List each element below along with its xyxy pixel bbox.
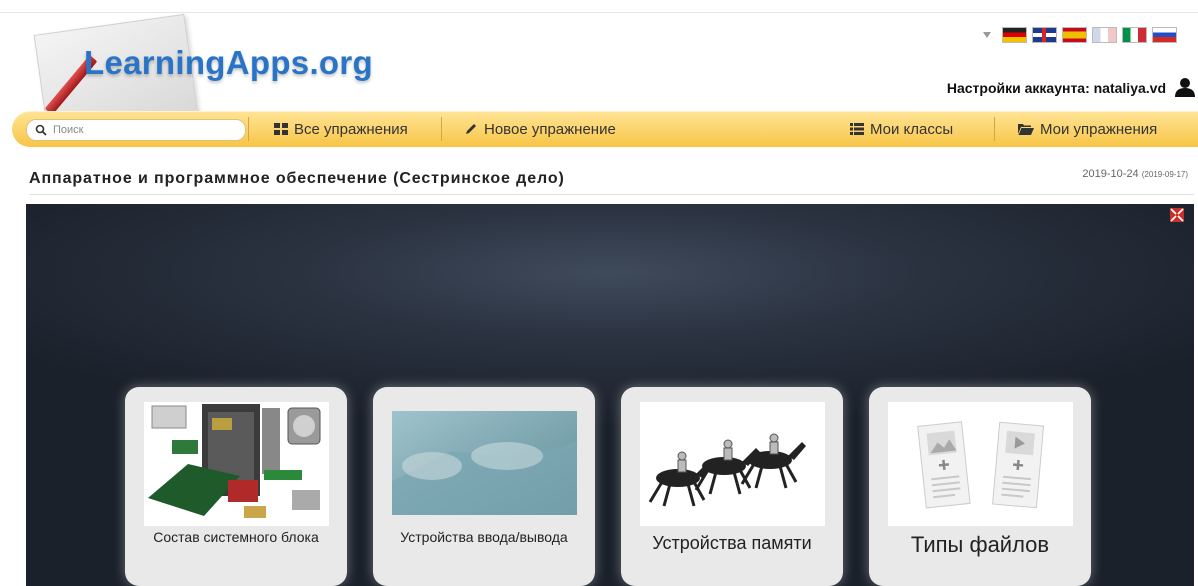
- flag-it-icon[interactable]: [1122, 27, 1147, 43]
- new-app-placeholder-image: [888, 402, 1073, 526]
- list-icon: [850, 123, 864, 135]
- app-card-system-unit[interactable]: Состав системного блока: [125, 387, 347, 586]
- app-date-created: (2019-09-17): [1141, 170, 1188, 179]
- search-input[interactable]: [49, 120, 237, 140]
- keyboard-hands-image: [392, 411, 577, 515]
- user-icon[interactable]: [1174, 76, 1196, 98]
- app-date-main: 2019-10-24: [1082, 168, 1139, 180]
- pencil-icon: [466, 124, 476, 134]
- nav-new-exercise-label: Новое упражнение: [484, 120, 616, 138]
- account-settings-link[interactable]: Настройки аккаунта: nataliya.vd: [947, 80, 1166, 96]
- nav-separator: [441, 117, 442, 141]
- card-label: Состав системного блока: [153, 529, 319, 545]
- nav-separator: [994, 117, 995, 141]
- grid-icon: [274, 123, 288, 135]
- logo-text: LearningApps.org: [84, 44, 373, 81]
- nav-all-exercises[interactable]: Все упражнения: [274, 111, 408, 147]
- folder-open-icon: [1018, 124, 1034, 135]
- card-label: Устройства ввода/вывода: [400, 529, 568, 545]
- language-dropdown-arrow-icon[interactable]: [983, 32, 991, 38]
- nav-my-exercises[interactable]: Мои упражнения: [1018, 111, 1157, 147]
- app-card-file-types[interactable]: Типы файлов: [869, 387, 1091, 586]
- top-divider: [0, 12, 1198, 13]
- app-stage: Состав системного блока Устройства ввода…: [26, 204, 1194, 586]
- flag-gb-icon[interactable]: [1032, 27, 1057, 43]
- nav-my-classes[interactable]: Мои классы: [850, 111, 953, 147]
- card-label: Устройства памяти: [652, 533, 812, 553]
- nav-my-exercises-label: Мои упражнения: [1040, 120, 1158, 138]
- fullscreen-icon[interactable]: [1170, 208, 1184, 222]
- flag-es-icon[interactable]: [1062, 27, 1087, 43]
- nav-separator: [248, 117, 249, 141]
- site-logo[interactable]: LearningApps.org: [30, 13, 430, 137]
- app-card-memory-devices[interactable]: Устройства памяти: [621, 387, 843, 586]
- nav-my-classes-label: Мои классы: [870, 120, 954, 138]
- nav-all-exercises-label: Все упражнения: [294, 120, 408, 138]
- language-selector[interactable]: [983, 27, 1177, 43]
- flag-ru-icon[interactable]: [1152, 27, 1177, 43]
- nav-new-exercise[interactable]: Новое упражнение: [464, 111, 616, 147]
- app-date: 2019-10-24 (2019-09-17): [1082, 168, 1188, 180]
- card-label: Типы файлов: [910, 532, 1050, 557]
- search-box[interactable]: [26, 119, 246, 141]
- horse-race-image: [640, 402, 825, 526]
- computer-hardware-image: [144, 402, 329, 526]
- search-icon: [35, 124, 47, 136]
- page-title: Аппаратное и программное обеспечение (Се…: [29, 170, 565, 187]
- flag-de-icon[interactable]: [1002, 27, 1027, 43]
- main-navbar: Все упражнения Новое упражнение Мои клас…: [12, 111, 1198, 147]
- flag-fr-icon[interactable]: [1092, 27, 1117, 43]
- title-divider: [29, 194, 1194, 195]
- app-card-io-devices[interactable]: Устройства ввода/вывода: [373, 387, 595, 586]
